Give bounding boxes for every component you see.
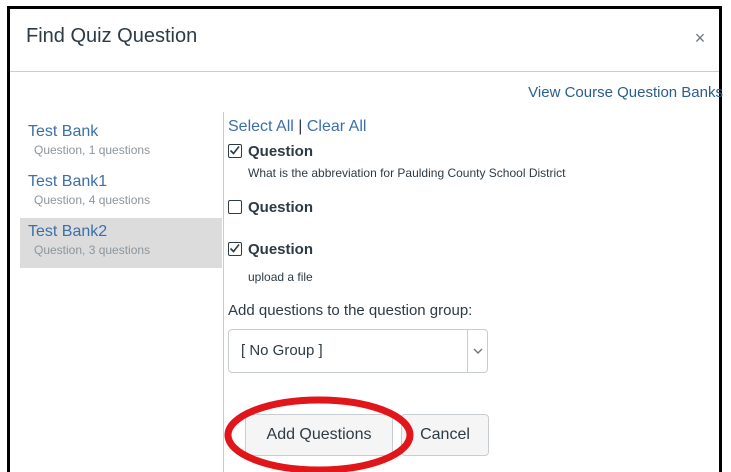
panel-divider [223, 112, 224, 472]
bank-name: Test Bank2 [28, 223, 108, 240]
bank-name: Test Bank1 [28, 173, 108, 190]
question-text: What is the abbreviation for Paulding Co… [248, 166, 566, 180]
question-label: Question [248, 142, 314, 160]
link-separator: | [298, 118, 303, 135]
select-all-link[interactable]: Select All [228, 118, 294, 135]
question-group-value: [ No Group ] [241, 342, 323, 359]
question-text: upload a file [248, 270, 313, 284]
question-checkbox[interactable] [228, 242, 242, 256]
question-checkbox[interactable] [228, 200, 242, 214]
bank-meta: Question, 4 questions [34, 193, 151, 207]
bank-meta: Question, 1 questions [34, 143, 151, 157]
close-icon[interactable]: × [691, 29, 709, 47]
question-row: Question [228, 140, 708, 162]
cancel-button[interactable]: Cancel [401, 414, 489, 456]
bank-meta: Question, 3 questions [34, 243, 151, 257]
checkmark-icon [229, 244, 240, 253]
question-checkbox[interactable] [228, 144, 242, 158]
add-questions-button[interactable]: Add Questions [245, 414, 393, 456]
bank-item-test-bank[interactable]: Test Bank Question, 1 questions [20, 118, 222, 168]
bank-item-test-bank1[interactable]: Test Bank1 Question, 4 questions [20, 168, 222, 218]
question-list-panel: Select All | Clear All Question What is … [228, 118, 708, 373]
clear-all-link[interactable]: Clear All [307, 118, 367, 135]
dropdown-arrow[interactable] [467, 330, 487, 372]
checkmark-icon [229, 146, 240, 155]
bank-item-test-bank2[interactable]: Test Bank2 Question, 3 questions [20, 218, 222, 268]
select-links: Select All | Clear All [228, 118, 708, 140]
question-group-select[interactable]: [ No Group ] [228, 329, 488, 373]
question-bank-list: Test Bank Question, 1 questions Test Ban… [20, 118, 222, 268]
view-course-question-banks-link[interactable]: View Course Question Banks [528, 84, 723, 101]
question-row: Question [228, 196, 708, 218]
dialog-title: Find Quiz Question [26, 25, 198, 47]
question-group-label: Add questions to the question group: [228, 302, 473, 319]
chevron-down-icon [473, 348, 483, 354]
question-label: Question [248, 198, 314, 216]
bank-name: Test Bank [28, 123, 99, 140]
dialog-titlebar: Find Quiz Question × [10, 9, 719, 72]
question-label: Question [248, 240, 314, 258]
question-row: Question [228, 238, 708, 260]
